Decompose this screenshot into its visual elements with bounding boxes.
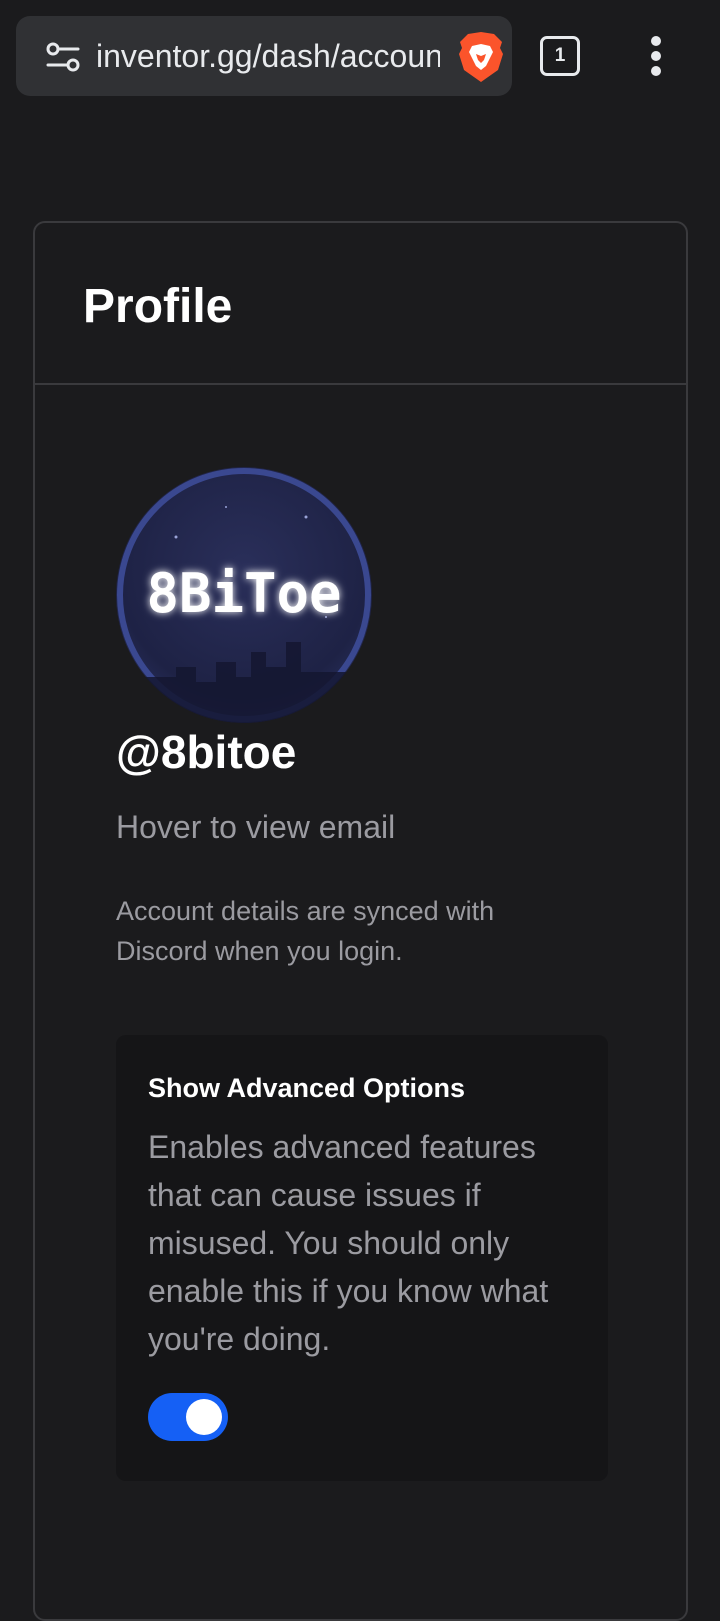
sync-note: Account details are synced with Discord … <box>116 896 495 966</box>
advanced-options-toggle[interactable] <box>148 1393 228 1441</box>
address-bar[interactable]: inventor.gg/dash/account <box>16 16 512 96</box>
advanced-options-description: Enables advanced features that can cause… <box>148 1129 549 1357</box>
site-settings-icon[interactable] <box>46 41 80 73</box>
page-title: Profile <box>83 280 233 333</box>
card-header: Profile <box>35 223 686 385</box>
more-options-icon[interactable] <box>640 36 672 76</box>
tab-switcher-button[interactable]: 1 <box>540 36 580 76</box>
username: @8bitoe <box>116 726 297 778</box>
advanced-options-title: Show Advanced Options <box>148 1073 466 1103</box>
avatar-text: 8BiToe <box>146 562 341 625</box>
email-hover-hint[interactable]: Hover to view email <box>116 809 395 846</box>
brave-shields-icon[interactable] <box>456 30 506 84</box>
browser-toolbar: inventor.gg/dash/account 1 <box>0 0 720 112</box>
toggle-knob <box>186 1399 222 1435</box>
url-text[interactable]: inventor.gg/dash/account <box>96 16 440 96</box>
profile-card: Profile 8BiToe @8bitoe Hover to view ema… <box>33 221 688 1621</box>
avatar: 8BiToe <box>116 467 372 723</box>
avatar-image: 8BiToe <box>116 467 372 723</box>
advanced-options-panel: Show Advanced Options Enables advanced f… <box>116 1035 608 1481</box>
